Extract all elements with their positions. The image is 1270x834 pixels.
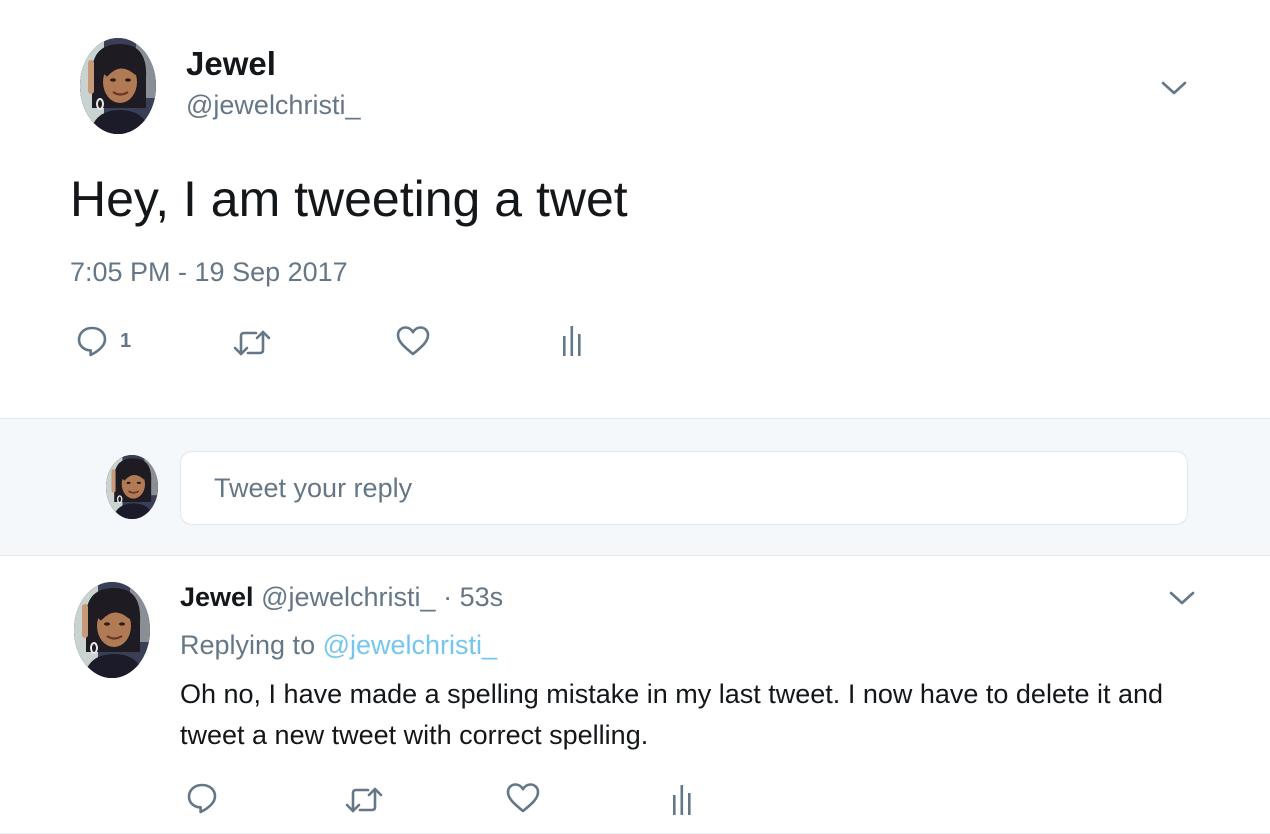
replying-to-link[interactable]: @jewelchristi_ [323, 630, 497, 660]
reply-icon [186, 782, 218, 814]
reply-input[interactable] [180, 451, 1188, 525]
like-button[interactable] [506, 782, 540, 814]
chevron-down-icon[interactable] [1168, 588, 1196, 608]
reply-composer [0, 418, 1270, 556]
avatar [106, 455, 158, 519]
avatar[interactable] [80, 38, 156, 134]
like-icon [396, 325, 430, 357]
separator: · [443, 582, 453, 612]
analytics-icon [560, 323, 584, 357]
retweet-icon [344, 784, 384, 816]
analytics-button[interactable] [560, 323, 584, 357]
replying-to: Replying to @jewelchristi_ [180, 628, 497, 662]
reply-button[interactable] [186, 782, 218, 814]
analytics-icon [670, 782, 694, 816]
reply-count: 1 [120, 329, 132, 352]
tweet-timestamp[interactable]: 7:05 PM - 19 Sep 2017 [70, 254, 348, 290]
like-icon [506, 782, 540, 814]
tweet-age[interactable]: 53s [460, 582, 504, 612]
avatar[interactable] [74, 582, 150, 678]
retweet-icon [232, 327, 272, 359]
reply-button[interactable]: 1 [76, 325, 131, 357]
analytics-button[interactable] [670, 782, 694, 816]
reply-icon [76, 325, 108, 357]
tweet-text: Oh no, I have made a spelling mistake in… [180, 679, 1164, 750]
user-handle[interactable]: @jewelchristi_ [261, 582, 435, 612]
tweet-header: Jewel @jewelchristi_ · 53s [180, 580, 503, 614]
tweet-text: Hey, I am tweeting a twet [70, 171, 628, 227]
display-name[interactable]: Jewel [186, 44, 276, 84]
replying-to-label: Replying to [180, 630, 316, 660]
like-button[interactable] [396, 325, 430, 357]
main-tweet: Jewel @jewelchristi_ Hey, I am tweeting … [0, 0, 1270, 418]
reply-tweet[interactable]: Jewel @jewelchristi_ · 53s Replying to @… [0, 556, 1270, 834]
retweet-button[interactable] [344, 784, 384, 816]
display-name[interactable]: Jewel [180, 582, 254, 612]
user-handle[interactable]: @jewelchristi_ [186, 88, 360, 122]
retweet-button[interactable] [232, 327, 272, 359]
chevron-down-icon[interactable] [1160, 78, 1188, 98]
